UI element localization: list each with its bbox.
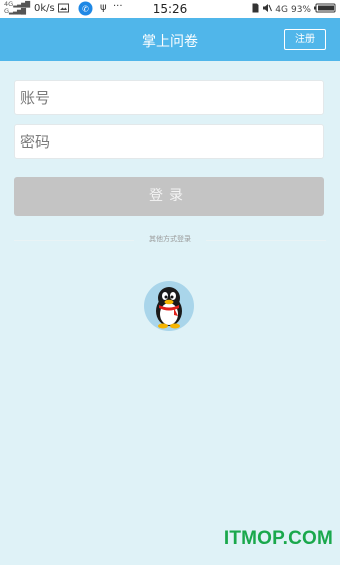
other-login-section: 其他方式登录 xyxy=(0,233,340,247)
battery-icon xyxy=(314,3,336,16)
qq-login-button[interactable] xyxy=(144,281,194,331)
qq-icon xyxy=(156,287,182,329)
network-type: 4G xyxy=(275,4,288,15)
login-button[interactable]: 登录 xyxy=(14,177,324,216)
register-button[interactable]: 注册 xyxy=(284,29,326,50)
mute-icon xyxy=(262,3,273,16)
battery-percent: 93% xyxy=(290,4,311,15)
status-right: 4G 93% xyxy=(249,3,336,16)
password-input[interactable] xyxy=(14,124,324,159)
other-login-label: 其他方式登录 xyxy=(149,235,191,243)
divider-right xyxy=(206,240,326,241)
account-input[interactable] xyxy=(14,80,324,115)
sim-icon xyxy=(252,3,259,16)
watermark: ITMOP.COM xyxy=(223,528,333,549)
app-header: 掌上问卷 注册 xyxy=(0,18,340,61)
status-bar: 4G▂▃▅▇ G▂▃▅▇ 0k/s ✆ ψ ··· 15:26 4G 93% xyxy=(0,0,340,18)
